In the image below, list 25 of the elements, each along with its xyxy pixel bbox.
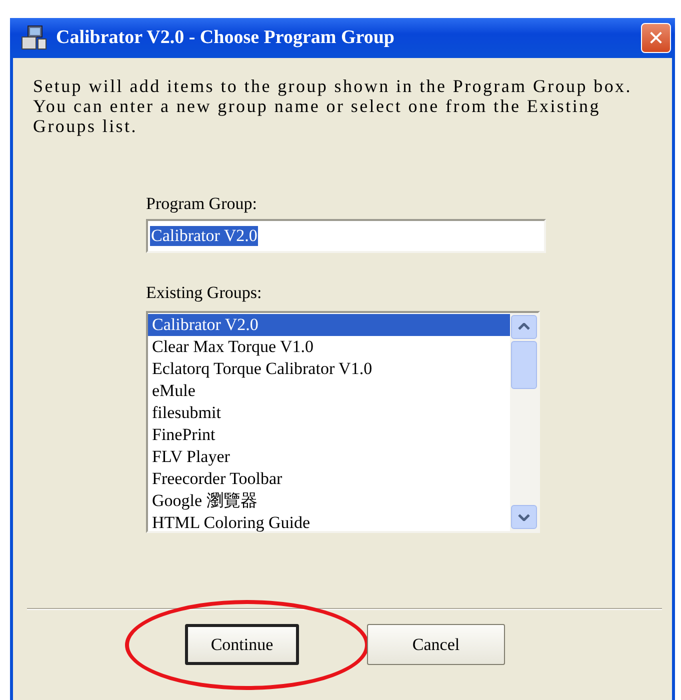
window-title: Calibrator V2.0 - Choose Program Group bbox=[56, 27, 396, 49]
cancel-button[interactable]: Cancel bbox=[367, 624, 505, 665]
continue-button[interactable]: Continue bbox=[185, 624, 299, 665]
chevron-up-icon bbox=[518, 323, 530, 331]
group-item[interactable]: FLV Player bbox=[148, 446, 510, 468]
group-item[interactable]: eMule bbox=[148, 380, 510, 402]
existing-groups-label: Existing Groups: bbox=[146, 283, 262, 303]
scroll-up-button[interactable] bbox=[511, 315, 537, 339]
scroll-thumb[interactable] bbox=[511, 341, 537, 389]
group-item[interactable]: Freecorder Toolbar bbox=[148, 468, 510, 490]
group-item[interactable]: filesubmit bbox=[148, 402, 510, 424]
scroll-down-button[interactable] bbox=[511, 505, 537, 529]
group-item[interactable]: Eclatorq Torque Calibrator V1.0 bbox=[148, 358, 510, 380]
group-item[interactable]: Calibrator V2.0 bbox=[148, 314, 510, 336]
group-item[interactable]: FinePrint bbox=[148, 424, 510, 446]
program-group-field[interactable]: Calibrator V2.0 bbox=[146, 219, 546, 253]
group-item[interactable]: Clear Max Torque V1.0 bbox=[148, 336, 510, 358]
chevron-down-icon bbox=[518, 513, 530, 521]
group-item[interactable]: Google 瀏覽器 bbox=[148, 490, 510, 512]
group-item[interactable]: HTML Coloring Guide bbox=[148, 512, 510, 534]
field-value: Calibrator V2.0 bbox=[150, 226, 258, 246]
computer-icon bbox=[20, 25, 48, 51]
scrollbar[interactable] bbox=[510, 313, 538, 531]
program-group-label: Program Group: bbox=[146, 194, 257, 214]
description-text: Setup will add items to the group shown in the Program Group box. You can enter a new group name or select one from the Existing Groups list. bbox=[33, 76, 633, 136]
